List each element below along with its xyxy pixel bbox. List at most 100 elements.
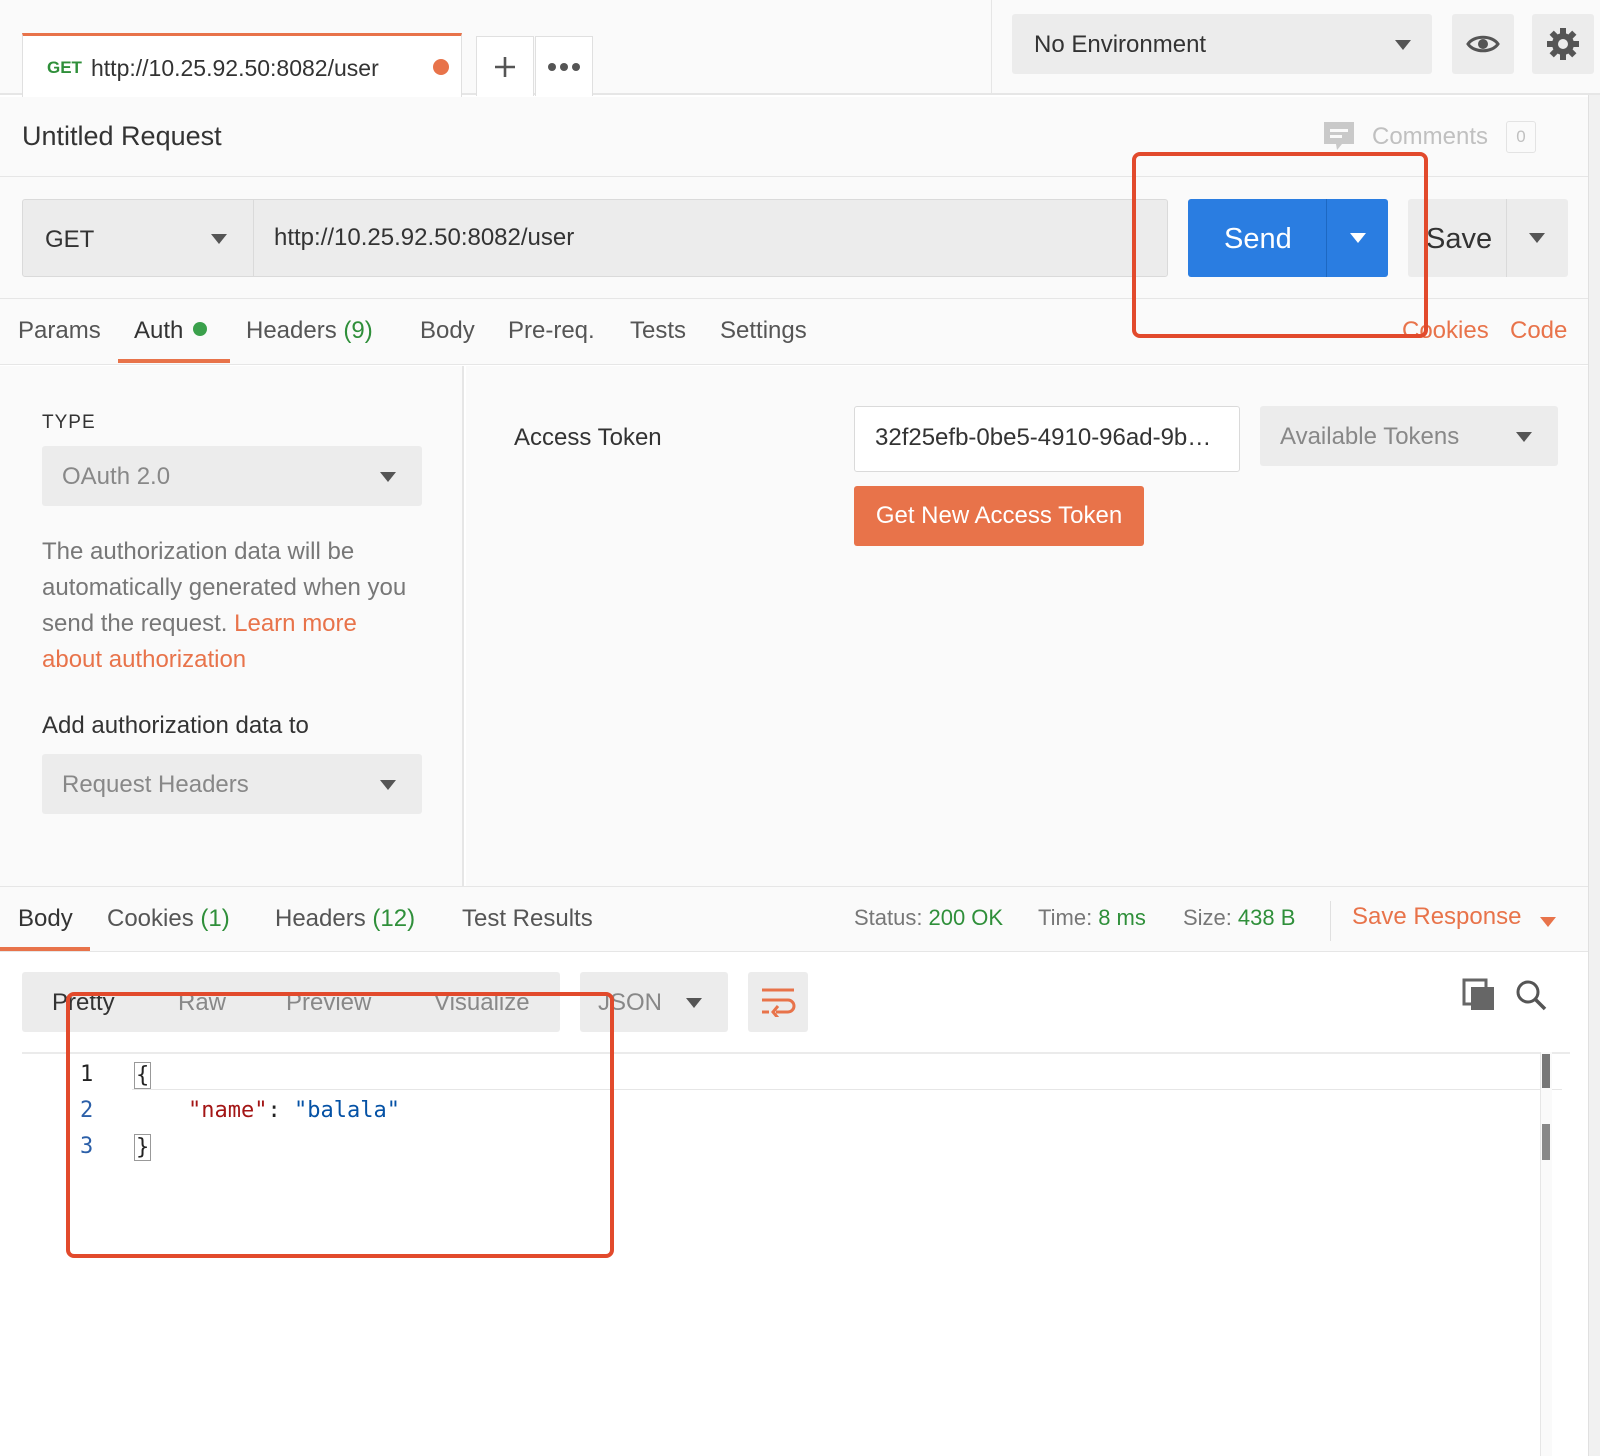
auth-type-label: TYPE	[42, 412, 96, 433]
tab-url-label: http://10.25.92.50:8082/user	[91, 55, 379, 81]
line-number: 2	[80, 1098, 94, 1123]
response-body-editor[interactable]: 1 2 3 { "name": "balala" }	[22, 1052, 1570, 1456]
wrap-lines-button[interactable]	[748, 972, 808, 1032]
tab-bar-divider	[991, 0, 992, 95]
send-button[interactable]: Send	[1188, 199, 1388, 277]
method-select-value: GET	[45, 226, 95, 253]
tab-test-results[interactable]: Test Results	[462, 905, 593, 933]
environment-select[interactable]: No Environment	[1012, 14, 1432, 74]
response-format-value: JSON	[598, 989, 663, 1016]
json-close-brace: }	[134, 1134, 152, 1161]
chevron-down-icon[interactable]	[1350, 233, 1366, 243]
chevron-down-icon	[211, 234, 227, 244]
request-url-row: GET Send Save	[0, 177, 1590, 299]
json-line: "name": "balala"	[188, 1098, 400, 1123]
tab-response-cookies-label: Cookies	[107, 905, 194, 932]
save-button[interactable]: Save	[1408, 199, 1568, 277]
cookies-link[interactable]: Cookies	[1402, 317, 1489, 345]
view-visualize-button[interactable]: Visualize	[434, 989, 530, 1017]
status-label: Status:	[854, 905, 923, 930]
time-meta: Time: 8 ms	[1038, 905, 1146, 931]
copy-response-button[interactable]	[1462, 978, 1502, 1022]
plus-icon	[495, 57, 515, 77]
status-value: 200 OK	[928, 905, 1004, 930]
request-title[interactable]: Untitled Request	[22, 121, 222, 152]
tab-tests[interactable]: Tests	[630, 317, 686, 345]
tab-options-button[interactable]	[535, 36, 593, 96]
auth-active-dot	[193, 322, 208, 336]
line-number: 3	[80, 1134, 94, 1159]
request-title-row: Untitled Request Comments 0	[0, 97, 1590, 177]
add-auth-to-label: Add authorization data to	[42, 712, 309, 739]
window-scrollbar[interactable]	[1588, 95, 1600, 1456]
view-pretty-button[interactable]: Pretty	[52, 989, 115, 1017]
tab-response-headers[interactable]: Headers (12)	[275, 905, 415, 933]
copy-icon	[1462, 978, 1494, 1010]
auth-details-panel: Access Token 32f25efb-0be5-4910-96ad-9b……	[466, 366, 1590, 886]
response-format-select[interactable]: JSON	[580, 972, 728, 1032]
editor-scrollbar-thumb[interactable]	[1542, 1124, 1550, 1160]
tab-prereq[interactable]: Pre-req.	[508, 317, 595, 345]
comments-label: Comments	[1372, 123, 1489, 150]
comments-count-badge: 0	[1506, 121, 1536, 153]
available-tokens-select[interactable]: Available Tokens	[1260, 406, 1558, 466]
search-icon	[1516, 980, 1547, 1011]
size-meta: Size: 438 B	[1183, 905, 1295, 931]
settings-button[interactable]	[1532, 14, 1594, 74]
save-response-label: Save Response	[1352, 903, 1522, 930]
url-input[interactable]	[253, 199, 1168, 277]
json-colon: :	[267, 1098, 294, 1123]
request-tabs: Params Auth Headers (9) Body Pre-req. Te…	[0, 299, 1590, 365]
save-response-button[interactable]: Save Response	[1352, 903, 1521, 931]
send-button-label: Send	[1224, 223, 1292, 255]
access-token-input[interactable]: 32f25efb-0be5-4910-96ad-9b…	[854, 406, 1240, 472]
view-raw-button[interactable]: Raw	[178, 989, 226, 1017]
tab-method-label: GET	[47, 58, 82, 77]
access-token-label: Access Token	[514, 424, 662, 451]
size-value: 438 B	[1237, 905, 1296, 930]
unsaved-indicator-dot	[433, 59, 449, 75]
auth-type-panel: TYPE OAuth 2.0 The authorization data wi…	[0, 366, 464, 886]
chevron-down-icon	[380, 472, 396, 482]
tab-auth[interactable]: Auth	[134, 317, 208, 345]
add-auth-to-select-value: Request Headers	[62, 771, 249, 798]
chevron-down-icon	[380, 780, 396, 790]
active-tab-underline	[118, 359, 230, 363]
add-auth-to-select[interactable]: Request Headers	[42, 754, 422, 814]
chevron-down-icon[interactable]	[1540, 917, 1556, 927]
save-button-divider	[1506, 199, 1507, 277]
comment-icon	[1324, 122, 1354, 150]
response-meta-divider	[1330, 901, 1331, 941]
tab-response-cookies-count: (1)	[200, 905, 230, 932]
tab-response-body[interactable]: Body	[18, 905, 73, 933]
chevron-down-icon[interactable]	[1529, 233, 1545, 243]
tab-body[interactable]: Body	[420, 317, 475, 345]
auth-type-select[interactable]: OAuth 2.0	[42, 446, 422, 506]
gear-icon	[1547, 28, 1579, 60]
code-link[interactable]: Code	[1510, 317, 1567, 345]
tab-settings[interactable]: Settings	[720, 317, 807, 345]
method-select[interactable]: GET	[22, 199, 254, 277]
environment-quick-look-button[interactable]	[1452, 14, 1514, 74]
editor-scrollbar-marker	[1542, 1054, 1550, 1088]
line-number: 1	[80, 1062, 94, 1087]
send-button-divider	[1326, 199, 1327, 277]
request-tab[interactable]: GET http://10.25.92.50:8082/user	[22, 33, 462, 97]
get-new-access-token-button[interactable]: Get New Access Token	[854, 486, 1144, 546]
search-response-button[interactable]	[1514, 978, 1558, 1022]
new-tab-button[interactable]	[476, 36, 534, 96]
tab-params[interactable]: Params	[18, 317, 101, 345]
tab-headers[interactable]: Headers (9)	[246, 317, 373, 345]
tab-response-headers-count: (12)	[372, 905, 416, 932]
available-tokens-label: Available Tokens	[1280, 423, 1460, 450]
tab-response-cookies[interactable]: Cookies (1)	[107, 905, 230, 933]
response-view-modes: Pretty Raw Preview Visualize	[22, 972, 560, 1032]
eye-icon	[1466, 35, 1500, 53]
chevron-down-icon	[686, 998, 702, 1008]
time-label: Time:	[1038, 905, 1093, 930]
view-preview-button[interactable]: Preview	[286, 989, 371, 1017]
more-icon	[548, 63, 580, 71]
auth-type-select-value: OAuth 2.0	[62, 463, 171, 490]
environment-select-value: No Environment	[1034, 31, 1207, 58]
editor-scrollbar[interactable]	[1540, 1052, 1552, 1456]
